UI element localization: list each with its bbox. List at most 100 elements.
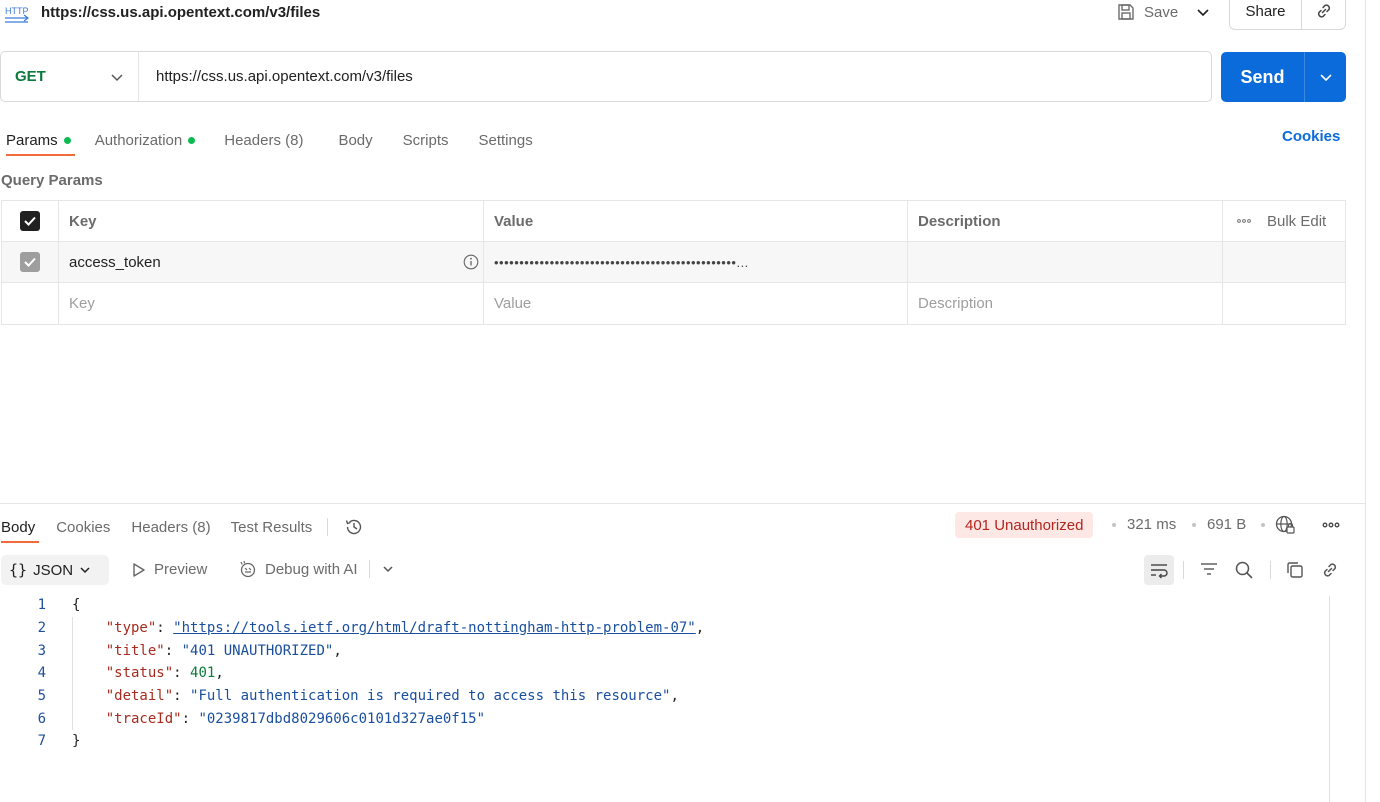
param-value: ••••••••••••••••••••••••••••••••••••••••…	[494, 254, 749, 270]
response-tab-headers[interactable]: Headers (8)	[131, 513, 210, 541]
method-select[interactable]: GET	[1, 52, 139, 101]
info-icon[interactable]	[463, 254, 479, 270]
code-text: {	[72, 597, 81, 614]
request-tabs: Params Authorization Headers (8) Body Sc…	[6, 126, 533, 158]
query-params-title: Query Params	[1, 172, 103, 189]
play-icon	[132, 562, 146, 578]
json-key: "type"	[105, 620, 157, 637]
toolbar-separator	[1270, 561, 1271, 579]
debug-options-button[interactable]	[380, 561, 396, 577]
meta-separator-dot	[1261, 523, 1265, 527]
select-all-checkbox[interactable]	[20, 211, 40, 231]
format-select[interactable]: {} JSON	[1, 555, 109, 585]
chevron-down-icon	[1196, 5, 1210, 19]
json-key: "title"	[105, 642, 165, 659]
search-icon[interactable]	[1234, 560, 1254, 580]
params-active-dot	[63, 136, 71, 144]
toolbar-separator	[1183, 561, 1184, 579]
tab-params[interactable]: Params	[6, 126, 75, 156]
response-tab-cookies[interactable]: Cookies	[56, 513, 110, 541]
link-icon[interactable]	[1320, 560, 1340, 580]
tab-headers[interactable]: Headers (8)	[224, 126, 303, 154]
code-text: }	[72, 733, 81, 750]
response-size[interactable]: 691 B	[1207, 516, 1246, 533]
param-value-cell[interactable]: ••••••••••••••••••••••••••••••••••••••••…	[484, 242, 908, 282]
send-options-button[interactable]	[1305, 52, 1346, 102]
request-title[interactable]: https://css.us.api.opentext.com/v3/files	[41, 4, 320, 21]
save-options-button[interactable]	[1190, 0, 1216, 24]
code-line: 1 {	[0, 594, 1330, 617]
panel-right-border	[1365, 0, 1366, 802]
json-key: "detail"	[105, 688, 174, 705]
http-request-icon: HTTP	[4, 2, 30, 28]
status-badge[interactable]: 401 Unauthorized	[955, 512, 1094, 538]
bulk-edit-button[interactable]: Bulk Edit	[1267, 213, 1326, 230]
chevron-down-icon	[380, 561, 396, 577]
tab-body[interactable]: Body	[338, 126, 372, 154]
meta-separator-dot	[1192, 523, 1196, 527]
response-tab-body[interactable]: Body	[1, 513, 40, 543]
authorization-active-dot	[188, 136, 196, 144]
column-header-key: Key	[59, 201, 484, 241]
param-description-cell[interactable]	[908, 242, 1223, 282]
braces-icon: {}	[9, 561, 28, 579]
save-button[interactable]: Save	[1116, 0, 1178, 24]
table-row-empty: Key Value Description	[2, 283, 1345, 324]
column-header-value: Value	[484, 201, 908, 241]
line-number: 6	[37, 710, 46, 727]
new-key-input[interactable]: Key	[59, 283, 484, 324]
response-divider[interactable]	[0, 503, 1366, 504]
tabs-separator	[327, 518, 329, 536]
code-line: 3 "title": "401 UNAUTHORIZED",	[0, 639, 1330, 662]
wrap-lines-button[interactable]	[1144, 555, 1174, 585]
table-header-row: Key Value Description Bulk Edit	[2, 201, 1345, 242]
debug-separator	[368, 560, 370, 578]
more-options-icon[interactable]	[1322, 521, 1340, 529]
param-key-cell[interactable]: access_token	[59, 242, 484, 282]
more-options-icon[interactable]	[1237, 218, 1251, 224]
response-time[interactable]: 321 ms	[1127, 516, 1176, 533]
column-header-description: Description	[908, 201, 1223, 241]
row-checkbox[interactable]	[20, 252, 40, 272]
ai-debug-icon	[238, 559, 258, 579]
new-description-input[interactable]: Description	[908, 283, 1223, 324]
tab-authorization-label: Authorization	[94, 131, 183, 149]
code-text: "title": "401 UNAUTHORIZED",	[105, 642, 342, 659]
url-bar: GET	[0, 51, 1212, 102]
code-line: 2 "type": "https://tools.ietf.org/html/d…	[0, 617, 1330, 640]
new-value-input[interactable]: Value	[484, 283, 908, 324]
preview-button[interactable]: Preview	[132, 561, 207, 578]
filter-icon[interactable]	[1199, 560, 1219, 580]
copy-icon[interactable]	[1285, 560, 1305, 580]
param-key: access_token	[69, 253, 161, 271]
json-value: "401 UNAUTHORIZED"	[181, 642, 334, 659]
chevron-down-icon	[110, 70, 124, 84]
share-button[interactable]: Share	[1230, 0, 1302, 29]
json-value: 401	[190, 665, 216, 682]
empty-checkbox-cell	[2, 283, 59, 324]
send-group: Send	[1221, 52, 1346, 102]
tab-authorization[interactable]: Authorization	[95, 126, 196, 154]
history-icon[interactable]	[344, 517, 364, 537]
response-tab-test-results[interactable]: Test Results	[231, 513, 313, 541]
network-globe-icon[interactable]	[1274, 514, 1296, 536]
row-checkbox-cell	[2, 242, 59, 282]
http-icon-text: HTTP	[5, 6, 29, 16]
json-value-link[interactable]: "https://tools.ietf.org/html/draft-notti…	[173, 620, 696, 636]
url-input[interactable]	[139, 52, 1211, 101]
copy-link-button[interactable]	[1302, 0, 1345, 29]
json-value: "0239817dbd8029606c0101d327ae0f15"	[198, 710, 486, 727]
tab-settings[interactable]: Settings	[479, 126, 533, 154]
save-icon	[1116, 2, 1136, 22]
code-line: 5 "detail": "Full authentication is requ…	[0, 685, 1330, 708]
send-button[interactable]: Send	[1221, 52, 1305, 102]
bulk-edit-cell: Bulk Edit	[1223, 201, 1345, 241]
cookies-link[interactable]: Cookies	[1282, 128, 1340, 145]
line-number: 4	[37, 665, 46, 682]
share-group: Share	[1229, 0, 1346, 30]
debug-with-ai-button[interactable]: Debug with AI	[238, 559, 370, 579]
response-body-editor[interactable]: 1 { 2 "type": "https://tools.ietf.org/ht…	[0, 594, 1330, 753]
tab-scripts[interactable]: Scripts	[403, 126, 449, 154]
table-row: access_token •••••••••••••••••••••••••••…	[2, 242, 1345, 283]
debug-label: Debug with AI	[265, 560, 358, 578]
